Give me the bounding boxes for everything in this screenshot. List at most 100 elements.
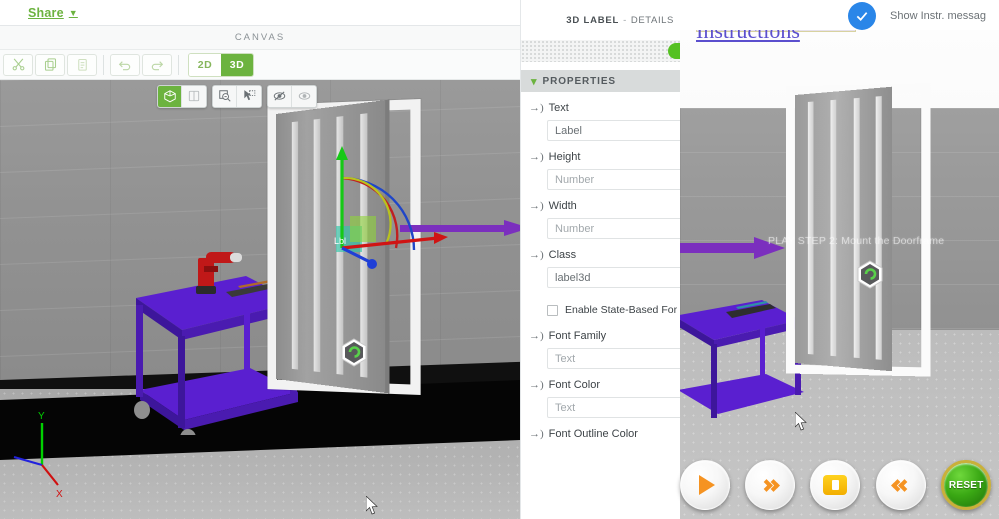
chevron-down-icon: ▼ [68, 7, 78, 18]
field-class-label: Class [548, 249, 577, 261]
class-input[interactable]: label3d [547, 267, 680, 288]
field-font-outline-label: Font Outline Color [548, 428, 638, 440]
dimension-toggle-group: 2D 3D [188, 52, 254, 77]
redo-button[interactable] [142, 53, 172, 76]
play-step-overlay-text: PLAY STEP 2: Mount the Doorframe [768, 235, 945, 247]
visibility-group [267, 84, 317, 108]
double-chevron-right-icon [760, 478, 780, 492]
field-font-color: →) Font Color Text [521, 369, 680, 418]
view-mode-group [157, 84, 207, 108]
clipboard-group [2, 53, 98, 76]
preview-node-badge-icon [857, 260, 883, 289]
play-button[interactable]: Play [679, 460, 730, 510]
paste-button[interactable] [67, 53, 97, 76]
playback-controls: Play Fast Forward Stop Rewind RESET [672, 455, 999, 515]
field-font-color-label: Font Color [548, 379, 601, 391]
binding-arrow-icon: →) [529, 249, 544, 261]
panel-title-separator: - [623, 14, 627, 26]
field-class: →) Class label3d [521, 239, 680, 288]
binding-arrow-icon: →) [529, 151, 544, 163]
play-icon [698, 475, 715, 495]
share-button[interactable]: Share ▼ [28, 6, 78, 20]
check-icon [856, 12, 868, 21]
chevron-down-icon: ▾ [531, 75, 537, 88]
properties-panel: 3D LABEL - DETAILS ▾ PROPERTIES →) Text … [520, 0, 680, 519]
instructions-link[interactable]: Instructions [696, 30, 800, 44]
panel-title-main: 3D LABEL [566, 14, 620, 26]
preview-viewport[interactable]: PLAY STEP 2: Mount the Doorframe ---> In… [680, 30, 999, 519]
binding-arrow-icon: →) [529, 330, 544, 342]
toolbar-divider-2 [178, 54, 179, 75]
copy-button[interactable] [35, 53, 65, 76]
canvas-3d-viewport[interactable]: Lbl Y X [0, 80, 520, 519]
field-font-outline-label-row: →) Font Outline Color [529, 428, 680, 440]
rewind-button[interactable]: Rewind [875, 460, 926, 510]
stop-square-icon [823, 475, 848, 495]
field-height: →) Height Number [521, 141, 680, 190]
canvas-header: CANVAS [0, 26, 520, 50]
toolbar-divider-1 [103, 54, 104, 75]
plane-view-button[interactable] [182, 85, 206, 107]
properties-section-header[interactable]: ▾ PROPERTIES [521, 70, 680, 92]
field-class-label-row: →) Class [529, 249, 680, 261]
app-root: Share ▼ CANVAS 2D 3D Lbl Y X 3D LABEL - … [0, 0, 999, 519]
axis-label-y: Y [38, 411, 45, 422]
panel-title-sub: DETAILS [630, 14, 674, 26]
field-width-label: Width [548, 200, 577, 212]
font-family-input[interactable]: Text [547, 348, 680, 369]
canvas-title: CANVAS [234, 32, 286, 43]
field-width-label-row: →) Width [529, 200, 680, 212]
history-group [109, 53, 173, 76]
stop-button[interactable]: Stop [810, 460, 861, 510]
preview-door-panel [795, 86, 892, 372]
field-font-outline-color: →) Font Outline Color [521, 418, 680, 440]
panel-toggle-switch[interactable] [668, 43, 680, 59]
field-font-family-label: Font Family [548, 330, 607, 342]
double-chevron-left-icon [890, 478, 911, 492]
field-font-family: →) Font Family Text [521, 316, 680, 369]
show-button[interactable] [292, 85, 316, 107]
transform-gizmo[interactable]: Lbl [310, 140, 470, 300]
binding-arrow-icon: →) [529, 379, 544, 391]
state-based-checkbox[interactable] [547, 304, 558, 316]
tab-3d[interactable]: 3D [221, 53, 253, 76]
undo-button[interactable] [110, 53, 140, 76]
fast-forward-button[interactable]: Fast Forward [745, 460, 796, 510]
binding-arrow-icon: →) [529, 200, 544, 212]
state-based-label: Enable State-Based For [565, 304, 678, 316]
font-color-input[interactable]: Text [547, 397, 680, 418]
reset-button[interactable]: RESET [941, 460, 992, 510]
field-text: →) Text Label [521, 92, 680, 141]
show-instr-toggle[interactable] [848, 2, 876, 30]
state-based-formatting-row[interactable]: Enable State-Based For [521, 288, 680, 316]
reset-label: RESET [948, 479, 984, 491]
field-text-label-row: →) Text [529, 102, 680, 114]
height-input[interactable]: Number [547, 169, 680, 190]
field-height-label-row: →) Height [529, 151, 680, 163]
binding-arrow-icon: →) [529, 428, 544, 440]
text-input[interactable]: Label [547, 120, 680, 141]
panel-strip [521, 40, 680, 62]
hide-button[interactable] [268, 85, 292, 107]
share-label: Share [28, 5, 64, 20]
binding-arrow-icon: →) [529, 102, 544, 114]
cut-button[interactable] [3, 53, 33, 76]
field-text-label: Text [548, 102, 569, 114]
svg-text:Lbl: Lbl [334, 236, 346, 246]
show-instr-label: Show Instr. messag [890, 10, 986, 22]
field-font-color-label-row: →) Font Color [529, 379, 680, 391]
field-width: →) Width Number [521, 190, 680, 239]
select-tool-button[interactable] [237, 85, 261, 107]
mouse-cursor-preview [795, 412, 807, 431]
navigate-group [212, 84, 262, 108]
tab-2d[interactable]: 2D [189, 53, 221, 76]
node-badge-icon[interactable] [341, 338, 367, 367]
viewport-float-toolbar [157, 84, 322, 108]
properties-section-label: PROPERTIES [542, 75, 616, 87]
zoom-tool-button[interactable] [213, 85, 237, 107]
field-font-family-label-row: →) Font Family [529, 330, 680, 342]
axis-label-x: X [56, 489, 63, 500]
width-input[interactable]: Number [547, 218, 680, 239]
axis-indicator: Y X [13, 411, 63, 500]
solid-view-button[interactable] [158, 85, 182, 107]
